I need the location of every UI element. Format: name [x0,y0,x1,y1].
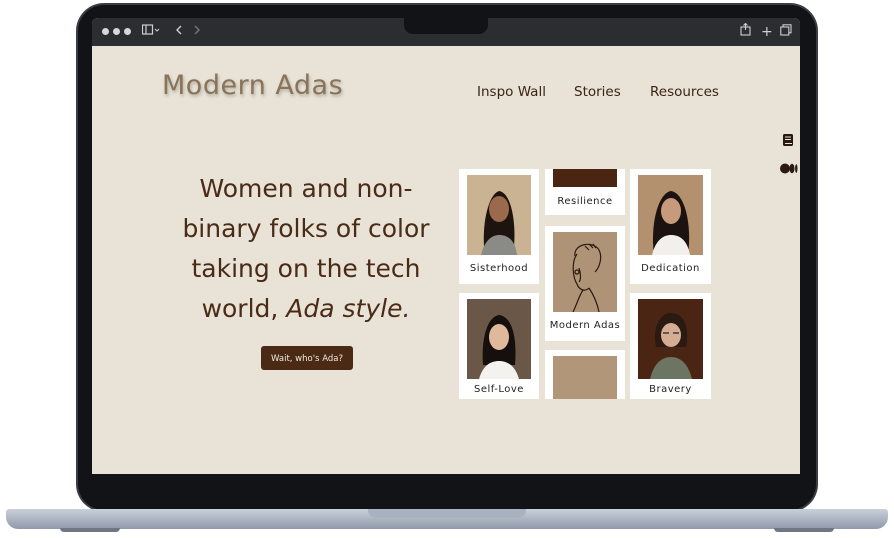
gallery-card-self-love[interactable]: Self-Love [459,293,539,399]
line-art-portrait [553,232,617,312]
nav-stories[interactable]: Stories [574,84,621,100]
portrait-photo [553,169,617,187]
site-logo[interactable]: Modern Adas [162,70,343,101]
medium-icon[interactable] [780,163,798,178]
gallery-card-sisterhood[interactable]: Sisterhood [459,169,539,284]
window-close-dot[interactable] [102,28,109,35]
nav-inspo-wall[interactable]: Inspo Wall [477,84,546,100]
new-tab-icon[interactable]: + [761,23,773,41]
base-thumb-notch [368,509,526,518]
gallery-card-blank[interactable] [545,350,625,399]
card-caption: Modern Adas [549,320,621,331]
card-caption: Bravery [649,384,692,395]
window-minimize-dot[interactable] [113,28,120,35]
laptop-foot-right [774,528,834,532]
portrait-photo [638,175,703,255]
portrait-photo [553,356,617,399]
share-icon[interactable] [740,22,751,41]
gallery-card-dedication[interactable]: Dedication [630,169,711,284]
portrait-photo [638,299,703,379]
tabs-overview-icon[interactable] [780,23,792,41]
laptop-foot-left [60,528,120,532]
hero-headline: Women and non-binary folks of color taki… [174,169,438,329]
forward-icon[interactable] [193,23,201,41]
window-zoom-dot[interactable] [124,28,131,35]
card-caption: Dedication [641,263,700,274]
gallery-card-bravery[interactable]: Bravery [630,293,711,399]
book-icon[interactable] [782,133,794,151]
portrait-photo [467,299,531,379]
hero-headline-emphasis: Ada style. [286,294,411,323]
browser-window: + Modern Adas Inspo Wall Stories Resourc… [92,18,800,474]
sidebar-icon[interactable] [141,23,160,41]
card-caption: Resilience [557,196,613,207]
camera-notch [404,17,488,34]
gallery-card-modern-adas[interactable]: Modern Adas [545,226,625,341]
who-is-ada-button[interactable]: Wait, who's Ada? [261,346,353,370]
back-icon[interactable] [175,23,183,41]
card-caption: Sisterhood [469,263,529,274]
bottom-bezel [92,474,800,488]
portrait-photo [467,175,531,255]
card-caption: Self-Love [474,384,524,395]
nav-resources[interactable]: Resources [650,84,719,100]
gallery-card-resilience[interactable]: Resilience [545,169,625,215]
